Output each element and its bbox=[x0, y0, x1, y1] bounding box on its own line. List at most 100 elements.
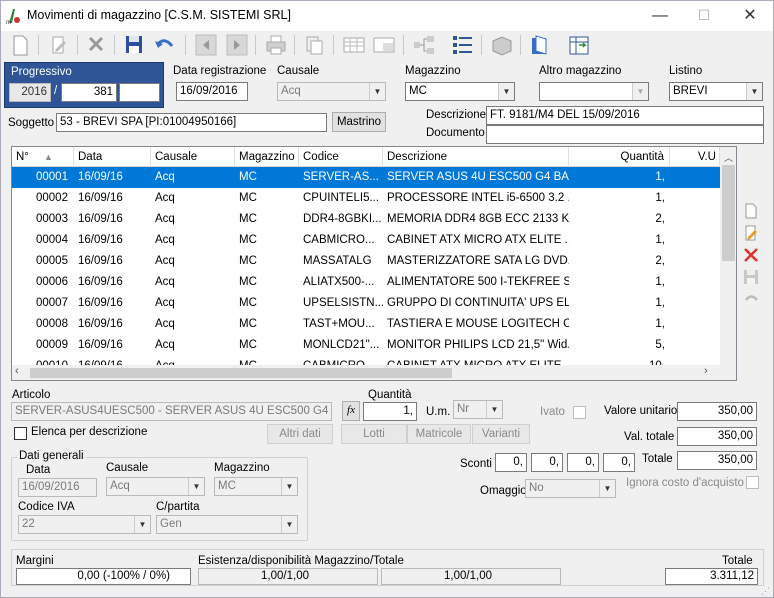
year-field[interactable]: 2016 bbox=[9, 83, 51, 102]
matricole-button[interactable]: Matricole bbox=[407, 424, 471, 444]
scroll-right-icon[interactable]: › bbox=[704, 365, 708, 377]
dg-data-field[interactable]: 16/09/2016 bbox=[18, 478, 97, 497]
print-icon[interactable] bbox=[263, 32, 289, 58]
ivato-checkbox[interactable] bbox=[573, 406, 586, 419]
edit-icon[interactable] bbox=[46, 32, 72, 58]
table-row[interactable]: 00009 16/09/16 Acq MC MONLCD21"... MONITOR PH… bbox=[12, 335, 720, 356]
cell-codice: CPUINTELI5... bbox=[303, 192, 380, 204]
sconto-4-field[interactable]: 0, bbox=[603, 453, 635, 472]
col-vu[interactable]: V.U bbox=[670, 147, 720, 167]
cell-codice: DDR4-8GBKI... bbox=[303, 213, 382, 225]
table-row[interactable]: 00008 16/09/16 Acq MC TAST+MOU... TASTIERA E … bbox=[12, 314, 720, 335]
cell-n: 00005 bbox=[36, 255, 68, 267]
listino-label: Listino bbox=[669, 65, 703, 77]
delete-row-icon[interactable] bbox=[741, 245, 761, 265]
horizontal-scrollbar[interactable]: ‹ › bbox=[12, 365, 736, 380]
col-data[interactable]: Data bbox=[74, 147, 151, 167]
edit-row-icon[interactable] bbox=[741, 223, 761, 243]
dg-cpartita-select[interactable]: Gen ▼ bbox=[156, 515, 298, 534]
vertical-scrollbar[interactable]: ︿ bbox=[720, 147, 736, 365]
table-row[interactable]: 00003 16/09/16 Acq MC DDR4-8GBKI... MEMORIA D… bbox=[12, 209, 720, 230]
articolo-field[interactable]: SERVER-ASUS4UESC500 - SERVER ASUS 4U ESC… bbox=[11, 402, 332, 421]
cell-descr: TASTIERA E MOUSE LOGITECH C... bbox=[387, 318, 569, 330]
magazzino-select[interactable]: MC ▼ bbox=[405, 82, 515, 101]
maximize-button[interactable]: ☐ bbox=[681, 1, 727, 31]
omaggio-select[interactable]: No ▼ bbox=[525, 479, 616, 498]
quantita-field[interactable]: 1, bbox=[363, 402, 417, 421]
mastrino-button[interactable]: Mastrino bbox=[332, 112, 386, 132]
col-n[interactable]: N° ▲ bbox=[12, 147, 74, 167]
sconti-label: Sconti bbox=[460, 458, 492, 470]
scroll-left-icon[interactable]: ‹ bbox=[15, 365, 19, 377]
close-button[interactable]: ✕ bbox=[727, 1, 773, 31]
table-row[interactable]: 00007 16/09/16 Acq MC UPSELSISTN... GRUPPO DI… bbox=[12, 293, 720, 314]
col-descrizione[interactable]: Descrizione bbox=[383, 147, 569, 167]
delete-icon[interactable] bbox=[83, 32, 109, 58]
dg-magazzino-select[interactable]: MC ▼ bbox=[214, 477, 298, 496]
export-icon[interactable] bbox=[566, 32, 592, 58]
copy-icon[interactable] bbox=[301, 32, 327, 58]
next-icon[interactable] bbox=[224, 32, 250, 58]
chevron-down-icon: ▼ bbox=[599, 480, 615, 497]
listino-select[interactable]: BREVI ▼ bbox=[669, 82, 763, 101]
totale-field[interactable]: 350,00 bbox=[677, 451, 757, 470]
table-row[interactable]: 00004 16/09/16 Acq MC CABMICRO... CABINET ATX… bbox=[12, 230, 720, 251]
scroll-thumb-h[interactable] bbox=[30, 368, 452, 378]
varianti-button[interactable]: Varianti bbox=[472, 424, 530, 444]
soggetto-field[interactable]: 53 - BREVI SPA [PI:01004950166] bbox=[56, 113, 327, 132]
save-icon[interactable] bbox=[121, 32, 147, 58]
val-totale-field[interactable]: 350,00 bbox=[677, 427, 757, 446]
cell-causale: Acq bbox=[155, 234, 175, 246]
chevron-down-icon: ▼ bbox=[486, 401, 502, 418]
documento-field[interactable] bbox=[486, 125, 764, 144]
new-document-icon[interactable] bbox=[7, 32, 33, 58]
fx-button[interactable]: fx bbox=[342, 401, 360, 421]
col-causale[interactable]: Causale bbox=[151, 147, 235, 167]
table-icon[interactable] bbox=[341, 32, 367, 58]
lotti-button[interactable]: Lotti bbox=[341, 424, 407, 444]
tree-icon[interactable] bbox=[411, 32, 437, 58]
scroll-thumb[interactable] bbox=[722, 165, 735, 261]
col-quantita[interactable]: Quantità bbox=[569, 147, 670, 167]
minimize-button[interactable]: — bbox=[637, 1, 683, 31]
new-row-icon[interactable] bbox=[741, 201, 761, 221]
box-icon[interactable] bbox=[489, 32, 515, 58]
col-magazzino[interactable]: Magazzino bbox=[235, 147, 299, 167]
save-row-icon[interactable] bbox=[741, 267, 761, 287]
previous-icon[interactable] bbox=[193, 32, 219, 58]
valore-unitario-field[interactable]: 350,00 bbox=[677, 402, 757, 421]
sconto-2-field[interactable]: 0, bbox=[531, 453, 563, 472]
chevron-down-icon: ▼ bbox=[281, 516, 297, 533]
undo-icon[interactable] bbox=[151, 32, 177, 58]
sconto-3-field[interactable]: 0, bbox=[567, 453, 599, 472]
dg-codice-iva-select[interactable]: 22 ▼ bbox=[18, 515, 151, 534]
chevron-down-icon: ▼ bbox=[632, 83, 648, 100]
movements-grid[interactable]: N° ▲ Data Causale Magazzino Codice Descri… bbox=[11, 146, 737, 381]
undo-row-icon[interactable] bbox=[741, 289, 761, 309]
scroll-up-icon[interactable]: ︿ bbox=[724, 151, 733, 164]
cell-data: 16/09/16 bbox=[78, 192, 123, 204]
altro-magazzino-select[interactable]: ▼ bbox=[539, 82, 649, 101]
list-icon[interactable] bbox=[449, 32, 475, 58]
table-row[interactable]: 00002 16/09/16 Acq MC CPUINTELI5... PROCESSOR… bbox=[12, 188, 720, 209]
open-folder-icon[interactable] bbox=[528, 32, 554, 58]
number-field[interactable]: 381 bbox=[61, 83, 117, 102]
ignora-checkbox[interactable] bbox=[746, 476, 759, 489]
data-reg-field[interactable]: 16/09/2016 bbox=[176, 82, 248, 101]
chevron-down-icon: ▼ bbox=[134, 516, 150, 533]
altri-dati-button[interactable]: Altri dati bbox=[267, 424, 333, 444]
causale-select[interactable]: Acq ▼ bbox=[277, 82, 386, 101]
elenca-checkbox[interactable] bbox=[14, 427, 27, 440]
table-row[interactable]: 00001 16/09/16 Acq MC SERVER-AS... SERVER ASU… bbox=[12, 167, 720, 188]
dg-causale-select[interactable]: Acq ▼ bbox=[106, 477, 205, 496]
suffix-field[interactable] bbox=[119, 83, 160, 102]
sconto-1-field[interactable]: 0, bbox=[495, 453, 527, 472]
form-icon[interactable] bbox=[371, 32, 397, 58]
descrizione-field[interactable]: FT. 9181/M4 DEL 15/09/2016 bbox=[486, 106, 764, 125]
table-row[interactable]: 00006 16/09/16 Acq MC ALIATX500-... ALIMENTAT… bbox=[12, 272, 720, 293]
um-select[interactable]: Nr ▼ bbox=[453, 400, 503, 419]
col-codice[interactable]: Codice bbox=[299, 147, 383, 167]
chevron-down-icon: ▼ bbox=[746, 83, 762, 100]
table-row[interactable]: 00005 16/09/16 Acq MC MASSATALG MASTERIZZATOR… bbox=[12, 251, 720, 272]
resize-grip-icon[interactable]: ⋰ bbox=[761, 586, 770, 597]
